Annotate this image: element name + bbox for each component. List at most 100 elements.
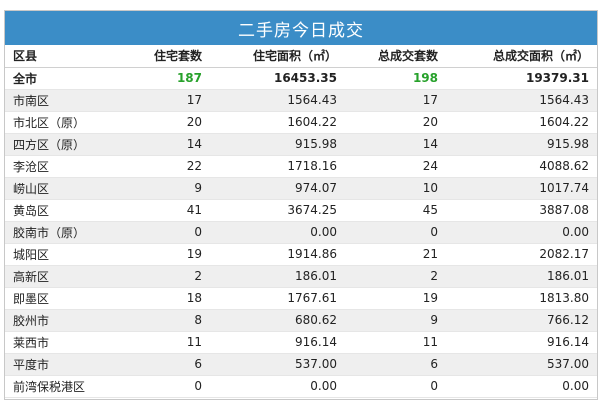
- cell-district: 城阳区: [5, 243, 129, 266]
- transaction-panel: 二手房今日成交 区县 住宅套数 住宅面积（㎡） 总成交套数 总成交面积（㎡） 全…: [4, 10, 598, 400]
- cell-total-area: 1017.74: [446, 177, 597, 200]
- header-total-area: 总成交面积（㎡）: [446, 45, 597, 68]
- table-row: 前湾保税港区 0 0.00 0 0.00: [5, 375, 597, 398]
- cell-units: 14: [129, 133, 210, 156]
- total-units: 187: [129, 67, 210, 90]
- cell-total-units: 6: [345, 353, 446, 376]
- cell-total-units: 9: [345, 309, 446, 332]
- cell-total-units: 20: [345, 111, 446, 134]
- cell-units: 18: [129, 287, 210, 310]
- cell-district: 胶州市: [5, 309, 129, 332]
- total-total-area: 19379.31: [446, 67, 597, 90]
- cell-total-units: 17: [345, 89, 446, 112]
- cell-total-units: 14: [345, 133, 446, 156]
- cell-total-units: 0: [345, 221, 446, 244]
- cell-units: 0: [129, 221, 210, 244]
- cell-units: 9: [129, 177, 210, 200]
- total-area: 16453.35: [210, 67, 345, 90]
- cell-district: 四方区（原）: [5, 133, 129, 156]
- cell-total-area: 186.01: [446, 265, 597, 288]
- cell-total-area: 915.98: [446, 133, 597, 156]
- cell-units: 8: [129, 309, 210, 332]
- cell-units: 41: [129, 199, 210, 222]
- cell-total-units: 11: [345, 331, 446, 354]
- total-row: 全市 187 16453.35 198 19379.31: [5, 67, 597, 90]
- header-district: 区县: [5, 45, 129, 68]
- cell-total-area: 0.00: [446, 221, 597, 244]
- cell-district: 莱西市: [5, 331, 129, 354]
- cell-district: 黄岛区: [5, 199, 129, 222]
- cell-total-area: 4088.62: [446, 155, 597, 178]
- cell-district: 前湾保税港区: [5, 375, 129, 398]
- cell-total-area: 2082.17: [446, 243, 597, 266]
- table-row: 胶南市（原） 0 0.00 0 0.00: [5, 221, 597, 244]
- cell-units: 19: [129, 243, 210, 266]
- cell-total-units: 19: [345, 287, 446, 310]
- header-total-units: 总成交套数: [345, 45, 446, 68]
- cell-area: 3674.25: [210, 199, 345, 222]
- cell-total-area: 766.12: [446, 309, 597, 332]
- cell-area: 0.00: [210, 221, 345, 244]
- cell-total-area: 3887.08: [446, 199, 597, 222]
- header-area: 住宅面积（㎡）: [210, 45, 345, 68]
- cell-total-area: 1604.22: [446, 111, 597, 134]
- table-row: 崂山区 9 974.07 10 1017.74: [5, 177, 597, 200]
- cell-total-area: 916.14: [446, 331, 597, 354]
- table-row: 平度市 6 537.00 6 537.00: [5, 353, 597, 376]
- cell-units: 2: [129, 265, 210, 288]
- transaction-table: 区县 住宅套数 住宅面积（㎡） 总成交套数 总成交面积（㎡） 全市 187 16…: [5, 45, 597, 398]
- title-bar: 二手房今日成交: [5, 11, 597, 45]
- cell-area: 915.98: [210, 133, 345, 156]
- cell-total-units: 0: [345, 375, 446, 398]
- table-row: 莱西市 11 916.14 11 916.14: [5, 331, 597, 354]
- cell-total-area: 537.00: [446, 353, 597, 376]
- table-row: 市北区（原） 20 1604.22 20 1604.22: [5, 111, 597, 134]
- cell-district: 即墨区: [5, 287, 129, 310]
- cell-district: 市南区: [5, 89, 129, 112]
- table-row: 黄岛区 41 3674.25 45 3887.08: [5, 199, 597, 222]
- cell-area: 537.00: [210, 353, 345, 376]
- panel-title: 二手房今日成交: [238, 20, 364, 41]
- cell-district: 李沧区: [5, 155, 129, 178]
- table-row: 即墨区 18 1767.61 19 1813.80: [5, 287, 597, 310]
- total-district: 全市: [5, 67, 129, 90]
- total-total-units: 198: [345, 67, 446, 90]
- table-row: 高新区 2 186.01 2 186.01: [5, 265, 597, 288]
- cell-units: 11: [129, 331, 210, 354]
- cell-total-units: 10: [345, 177, 446, 200]
- cell-total-units: 24: [345, 155, 446, 178]
- cell-total-units: 45: [345, 199, 446, 222]
- cell-district: 市北区（原）: [5, 111, 129, 134]
- table-row: 城阳区 19 1914.86 21 2082.17: [5, 243, 597, 266]
- cell-area: 0.00: [210, 375, 345, 398]
- cell-area: 186.01: [210, 265, 345, 288]
- table-row: 市南区 17 1564.43 17 1564.43: [5, 89, 597, 112]
- cell-district: 胶南市（原）: [5, 221, 129, 244]
- cell-area: 974.07: [210, 177, 345, 200]
- table-row: 四方区（原） 14 915.98 14 915.98: [5, 133, 597, 156]
- cell-total-area: 1564.43: [446, 89, 597, 112]
- table-row: 胶州市 8 680.62 9 766.12: [5, 309, 597, 332]
- cell-district: 崂山区: [5, 177, 129, 200]
- cell-area: 1604.22: [210, 111, 345, 134]
- table-row: 李沧区 22 1718.16 24 4088.62: [5, 155, 597, 178]
- cell-area: 1718.16: [210, 155, 345, 178]
- cell-area: 1914.86: [210, 243, 345, 266]
- cell-area: 680.62: [210, 309, 345, 332]
- cell-district: 平度市: [5, 353, 129, 376]
- cell-total-area: 1813.80: [446, 287, 597, 310]
- cell-district: 高新区: [5, 265, 129, 288]
- cell-units: 17: [129, 89, 210, 112]
- cell-units: 22: [129, 155, 210, 178]
- cell-total-units: 2: [345, 265, 446, 288]
- cell-units: 20: [129, 111, 210, 134]
- header-units: 住宅套数: [129, 45, 210, 68]
- header-row: 区县 住宅套数 住宅面积（㎡） 总成交套数 总成交面积（㎡）: [5, 45, 597, 68]
- cell-units: 0: [129, 375, 210, 398]
- cell-total-area: 0.00: [446, 375, 597, 398]
- cell-area: 1564.43: [210, 89, 345, 112]
- cell-area: 916.14: [210, 331, 345, 354]
- cell-units: 6: [129, 353, 210, 376]
- cell-area: 1767.61: [210, 287, 345, 310]
- cell-total-units: 21: [345, 243, 446, 266]
